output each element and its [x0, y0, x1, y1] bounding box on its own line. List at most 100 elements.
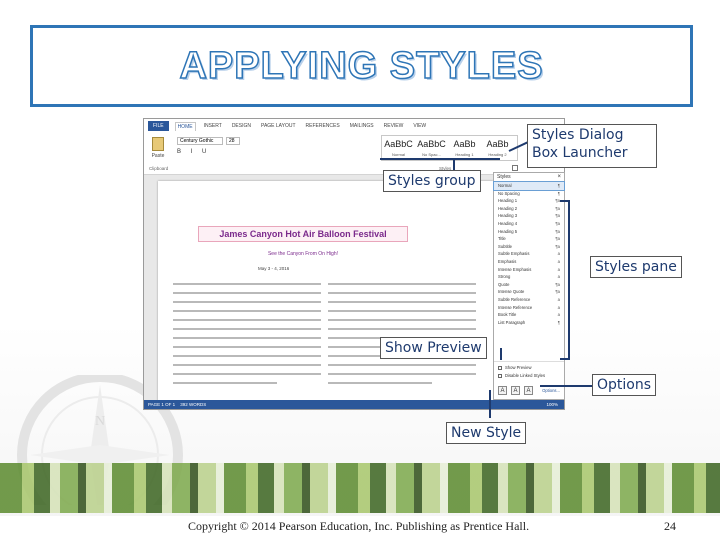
styles-pane-header: Styles ×: [494, 173, 564, 182]
style-item[interactable]: Heading 1 ¶a: [494, 197, 564, 205]
style-type-mark: a: [557, 304, 560, 310]
style-sample: AaBbC: [417, 139, 446, 149]
svg-text:N: N: [95, 414, 105, 429]
close-icon[interactable]: ×: [557, 173, 561, 182]
style-item[interactable]: Emphasis a: [494, 258, 564, 266]
styles-pane-bracket-bottom: [560, 358, 570, 360]
style-type-mark: a: [557, 274, 560, 280]
tab-view[interactable]: VIEW: [411, 122, 428, 130]
style-sample: AaBbC: [384, 139, 413, 149]
style-item[interactable]: Heading 4 ¶a: [494, 220, 564, 228]
style-item[interactable]: Subtitle ¶a: [494, 243, 564, 251]
style-item[interactable]: Heading 5 ¶a: [494, 228, 564, 236]
tab-mailings[interactable]: MAILINGS: [348, 122, 376, 130]
style-item-label: Strong: [498, 274, 511, 280]
style-type-mark: a: [557, 312, 560, 318]
style-swatch-heading2[interactable]: AaBb Heading 2: [481, 136, 514, 160]
style-swatch-normal[interactable]: AaBbC Normal: [382, 136, 415, 160]
style-item[interactable]: Intense Quote ¶a: [494, 288, 564, 296]
style-inspector-icon[interactable]: A: [511, 386, 520, 395]
title-box: APPLYING STYLES: [30, 25, 693, 107]
style-item-label: Intense Emphasis: [498, 266, 532, 272]
options-link[interactable]: Options...: [542, 388, 560, 393]
font-size-select[interactable]: 28: [226, 137, 240, 145]
document-date: May 3 - 4, 2016: [258, 266, 290, 271]
style-item[interactable]: Heading 2 ¶a: [494, 205, 564, 213]
new-style-icon[interactable]: A: [498, 386, 507, 395]
font-name-select[interactable]: Century Gothic: [177, 137, 223, 145]
disable-linked-checkbox[interactable]: [498, 374, 502, 378]
callout-show-preview-text: Show Preview: [385, 340, 482, 356]
style-item-label: No Spacing: [498, 190, 520, 196]
manage-styles-icon[interactable]: A: [524, 386, 533, 395]
style-type-mark: ¶a: [555, 289, 560, 295]
page-number: 24: [664, 519, 676, 533]
style-name: Heading 1: [455, 152, 474, 157]
style-type-mark: ¶a: [555, 205, 560, 211]
show-preview-checkbox[interactable]: [498, 366, 502, 370]
style-item-label: Subtle Reference: [498, 296, 531, 302]
style-item-label: Intense Reference: [498, 304, 533, 310]
style-type-mark: ¶a: [555, 220, 560, 226]
style-name: Heading 2: [488, 152, 507, 157]
style-type-mark: ¶a: [555, 243, 560, 249]
style-item-label: Heading 1: [498, 198, 518, 204]
callout-styles-dialog-launcher-text: Styles Dialog Box Launcher: [532, 127, 628, 161]
style-item[interactable]: No Spacing ¶: [494, 190, 564, 198]
style-item[interactable]: Intense Emphasis a: [494, 266, 564, 274]
tab-page-layout[interactable]: PAGE LAYOUT: [259, 122, 298, 130]
style-type-mark: a: [557, 258, 560, 264]
status-bar: PAGE 1 OF 1 392 WORDS 100%: [144, 400, 564, 409]
callout-styles-pane-text: Styles pane: [595, 259, 677, 275]
style-item-normal[interactable]: Normal ¶: [493, 181, 565, 191]
status-zoom[interactable]: 100%: [546, 400, 558, 409]
styles-dialog-launcher-button[interactable]: [512, 165, 518, 171]
style-type-mark: a: [557, 266, 560, 272]
style-type-mark: ¶: [557, 183, 560, 188]
tab-insert[interactable]: INSERT: [202, 122, 224, 130]
tab-design[interactable]: DESIGN: [230, 122, 253, 130]
format-buttons[interactable]: B I U: [177, 149, 210, 155]
copyright-text: Copyright © 2014 Pearson Education, Inc.…: [188, 519, 530, 533]
tab-home[interactable]: HOME: [174, 121, 196, 131]
ribbon: Paste Century Gothic 28 B I U Clipboard …: [144, 133, 564, 175]
styles-group-bracket: [380, 158, 500, 160]
style-item[interactable]: Book Title a: [494, 311, 564, 319]
style-item[interactable]: Title ¶a: [494, 235, 564, 243]
style-type-mark: ¶a: [555, 228, 560, 234]
style-name: No Spac...: [422, 152, 441, 157]
slide-title: APPLYING STYLES: [179, 44, 544, 88]
styles-pane-title: Styles: [497, 174, 511, 180]
tab-review[interactable]: REVIEW: [382, 122, 406, 130]
clipboard-icon: [152, 137, 164, 151]
style-item[interactable]: Subtle Emphasis a: [494, 250, 564, 258]
style-sample: AaBb: [486, 139, 509, 149]
style-item-label: Heading 4: [498, 220, 518, 226]
style-item-label: Book Title: [498, 312, 517, 318]
styles-pane-bracket: [568, 200, 570, 360]
clipboard-group-label: Clipboard: [149, 166, 169, 171]
style-swatch-heading1[interactable]: AaBb Heading 1: [448, 136, 481, 160]
style-item[interactable]: Heading 3 ¶a: [494, 212, 564, 220]
style-item-label: List Paragraph: [498, 319, 526, 325]
style-swatch-no-spacing[interactable]: AaBbC No Spac...: [415, 136, 448, 160]
document-title: James Canyon Hot Air Balloon Festival: [198, 226, 408, 242]
style-item-label: Emphasis: [498, 258, 517, 264]
style-type-mark: ¶: [557, 190, 560, 196]
document-page[interactable]: James Canyon Hot Air Balloon Festival Se…: [158, 181, 493, 403]
style-item[interactable]: Intense Reference a: [494, 304, 564, 312]
style-item[interactable]: Subtle Reference a: [494, 296, 564, 304]
callout-styles-group-text: Styles group: [388, 173, 476, 189]
tab-file[interactable]: FILE: [148, 121, 169, 131]
tab-references[interactable]: REFERENCES: [304, 122, 342, 130]
status-page: PAGE 1 OF 1: [148, 402, 176, 407]
style-item-label: Intense Quote: [498, 289, 525, 295]
style-item[interactable]: List Paragraph ¶: [494, 319, 564, 327]
document-subtitle: See the Canyon From On High!: [267, 251, 339, 257]
paste-button[interactable]: Paste: [149, 137, 167, 163]
paste-label: Paste: [151, 153, 165, 159]
styles-pane-bracket-top: [560, 200, 570, 202]
style-item[interactable]: Strong a: [494, 273, 564, 281]
style-item[interactable]: Quote ¶a: [494, 281, 564, 289]
style-type-mark: ¶a: [555, 236, 560, 242]
